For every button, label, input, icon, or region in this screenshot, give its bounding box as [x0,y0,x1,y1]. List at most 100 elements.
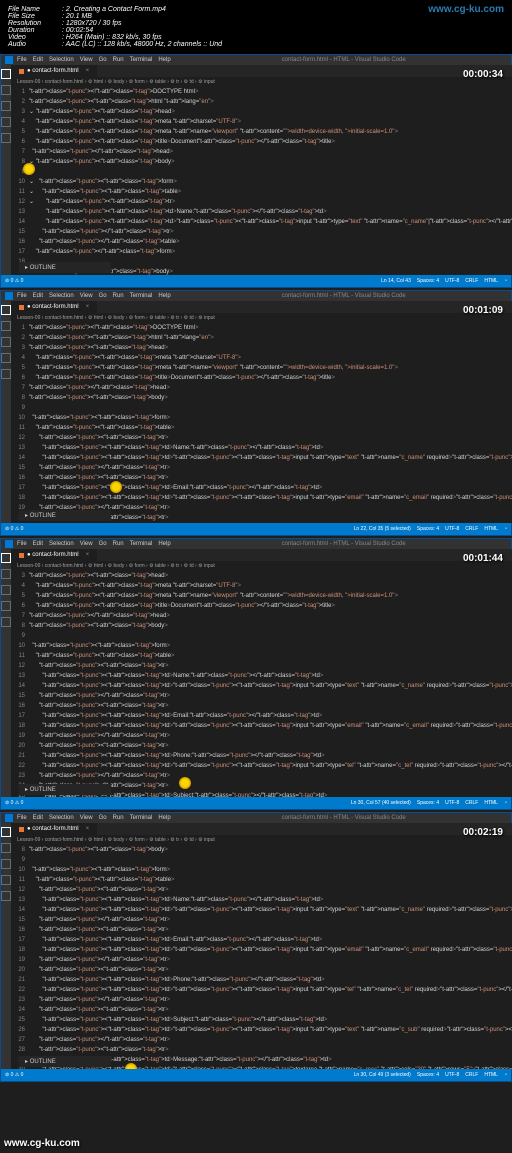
close-icon[interactable]: × [86,68,90,74]
status-item[interactable]: ⊘ 0 ⚠ 0 [5,800,23,806]
menu-item[interactable]: Edit [33,293,43,299]
menu-item[interactable]: Run [113,293,124,299]
breadcrumb[interactable]: Lesson-09 › contact-form.html › ⚙ html ›… [11,561,512,571]
status-item[interactable]: Ln 30, Col 49 (3 selected) [354,1072,411,1078]
menu-item[interactable]: Selection [49,541,74,547]
status-item[interactable]: HTML [484,1072,498,1078]
menu-item[interactable]: File [17,815,27,821]
menu-item[interactable]: Selection [49,293,74,299]
breadcrumb[interactable]: Lesson-09 › contact-form.html › ⚙ html ›… [11,313,512,323]
outline-section[interactable]: OUTLINE [19,262,111,273]
status-item[interactable]: CRLF [465,526,478,532]
menu-item[interactable]: Terminal [130,815,153,821]
menu-item[interactable]: Go [99,815,107,821]
menu-item[interactable]: Edit [33,541,43,547]
code-area[interactable]: 1234567891011121314151617181920 "t-attr"… [11,87,512,275]
status-item[interactable]: Spaces: 4 [417,526,439,532]
code-lines[interactable]: "t-attr">class="t-punc"><!"t-attr">class… [29,87,512,275]
menu-item[interactable]: Help [158,293,170,299]
editor-tab[interactable]: ● contact-form.html× [11,65,97,77]
search-icon[interactable] [1,843,11,853]
status-item[interactable]: CRLF [465,278,478,284]
breadcrumb[interactable]: Lesson-09 › contact-form.html › ⚙ html ›… [11,77,512,87]
source-control-icon[interactable] [1,337,11,347]
status-item[interactable]: Ln 30, Col 57 (40 selected) [351,800,411,806]
status-item[interactable]: ◔ [504,800,507,806]
extensions-icon[interactable] [1,133,11,143]
status-item[interactable]: ⊘ 0 ⚠ 0 [5,278,23,284]
editor-tab[interactable]: ● contact-form.html× [11,549,97,561]
status-item[interactable]: ◔ [504,526,507,532]
menu-item[interactable]: Run [113,57,124,63]
search-icon[interactable] [1,85,11,95]
menu-item[interactable]: Terminal [130,541,153,547]
status-item[interactable]: ⊘ 0 ⚠ 0 [5,1072,23,1078]
menu-item[interactable]: Selection [49,815,74,821]
status-item[interactable]: HTML [484,278,498,284]
status-item[interactable]: UTF-8 [445,800,459,806]
status-item[interactable]: ⊘ 0 ⚠ 0 [5,526,23,532]
menu-item[interactable]: View [80,541,93,547]
menu-item[interactable]: File [17,293,27,299]
status-item[interactable]: CRLF [465,800,478,806]
menu-item[interactable]: Selection [49,57,74,63]
menu-item[interactable]: Help [158,57,170,63]
menu-item[interactable]: Help [158,541,170,547]
menu-item[interactable]: Go [99,541,107,547]
status-item[interactable]: Spaces: 4 [417,800,439,806]
close-icon[interactable]: × [86,552,90,558]
status-item[interactable]: HTML [484,800,498,806]
source-control-icon[interactable] [1,101,11,111]
menu-item[interactable]: View [80,815,93,821]
menu-item[interactable]: Edit [33,815,43,821]
status-item[interactable]: UTF-8 [445,278,459,284]
editor-tab[interactable]: ● contact-form.html× [11,823,97,835]
menu-item[interactable]: Run [113,541,124,547]
code-lines[interactable]: "t-attr">class="t-punc"><"t-attr">class=… [29,845,512,1069]
outline-section[interactable]: OUTLINE [19,510,111,521]
status-item[interactable]: ◔ [504,1072,507,1078]
close-icon[interactable]: × [86,304,90,310]
menu-item[interactable]: View [80,293,93,299]
debug-icon[interactable] [1,353,11,363]
source-control-icon[interactable] [1,585,11,595]
extensions-icon[interactable] [1,891,11,901]
editor-tab[interactable]: ● contact-form.html× [11,301,97,313]
code-lines[interactable]: "t-attr">class="t-punc"><!"t-attr">class… [29,323,512,523]
code-area[interactable]: 1234567891011121314151617181920212223242… [11,323,512,523]
status-item[interactable]: UTF-8 [445,526,459,532]
explorer-icon[interactable] [1,827,11,837]
status-item[interactable]: HTML [484,526,498,532]
extensions-icon[interactable] [1,617,11,627]
menu-item[interactable]: File [17,57,27,63]
source-control-icon[interactable] [1,859,11,869]
code-area[interactable]: 8910111213141516171819202122232425262728… [11,845,512,1069]
status-item[interactable]: Ln 22, Col 35 (5 selected) [354,526,411,532]
explorer-icon[interactable] [1,553,11,563]
explorer-icon[interactable] [1,69,11,79]
status-item[interactable]: Spaces: 4 [417,278,439,284]
debug-icon[interactable] [1,117,11,127]
status-item[interactable]: CRLF [465,1072,478,1078]
code-area[interactable]: 3456789101112131415161718192021222324252… [11,571,512,797]
status-item[interactable]: Ln 14, Col 43 [381,278,411,284]
close-icon[interactable]: × [86,826,90,832]
outline-section[interactable]: OUTLINE [19,784,111,795]
menu-item[interactable]: Go [99,57,107,63]
outline-section[interactable]: OUTLINE [19,1056,111,1067]
debug-icon[interactable] [1,875,11,885]
menu-item[interactable]: Terminal [130,293,153,299]
search-icon[interactable] [1,321,11,331]
status-item[interactable]: ◔ [504,278,507,284]
menu-item[interactable]: Edit [33,57,43,63]
menu-item[interactable]: Go [99,293,107,299]
code-lines[interactable]: "t-attr">class="t-punc"><"t-attr">class=… [29,571,512,797]
status-item[interactable]: UTF-8 [445,1072,459,1078]
extensions-icon[interactable] [1,369,11,379]
menu-item[interactable]: Terminal [130,57,153,63]
menu-item[interactable]: Run [113,815,124,821]
status-item[interactable]: Spaces: 4 [417,1072,439,1078]
menu-item[interactable]: File [17,541,27,547]
search-icon[interactable] [1,569,11,579]
menu-item[interactable]: Help [158,815,170,821]
